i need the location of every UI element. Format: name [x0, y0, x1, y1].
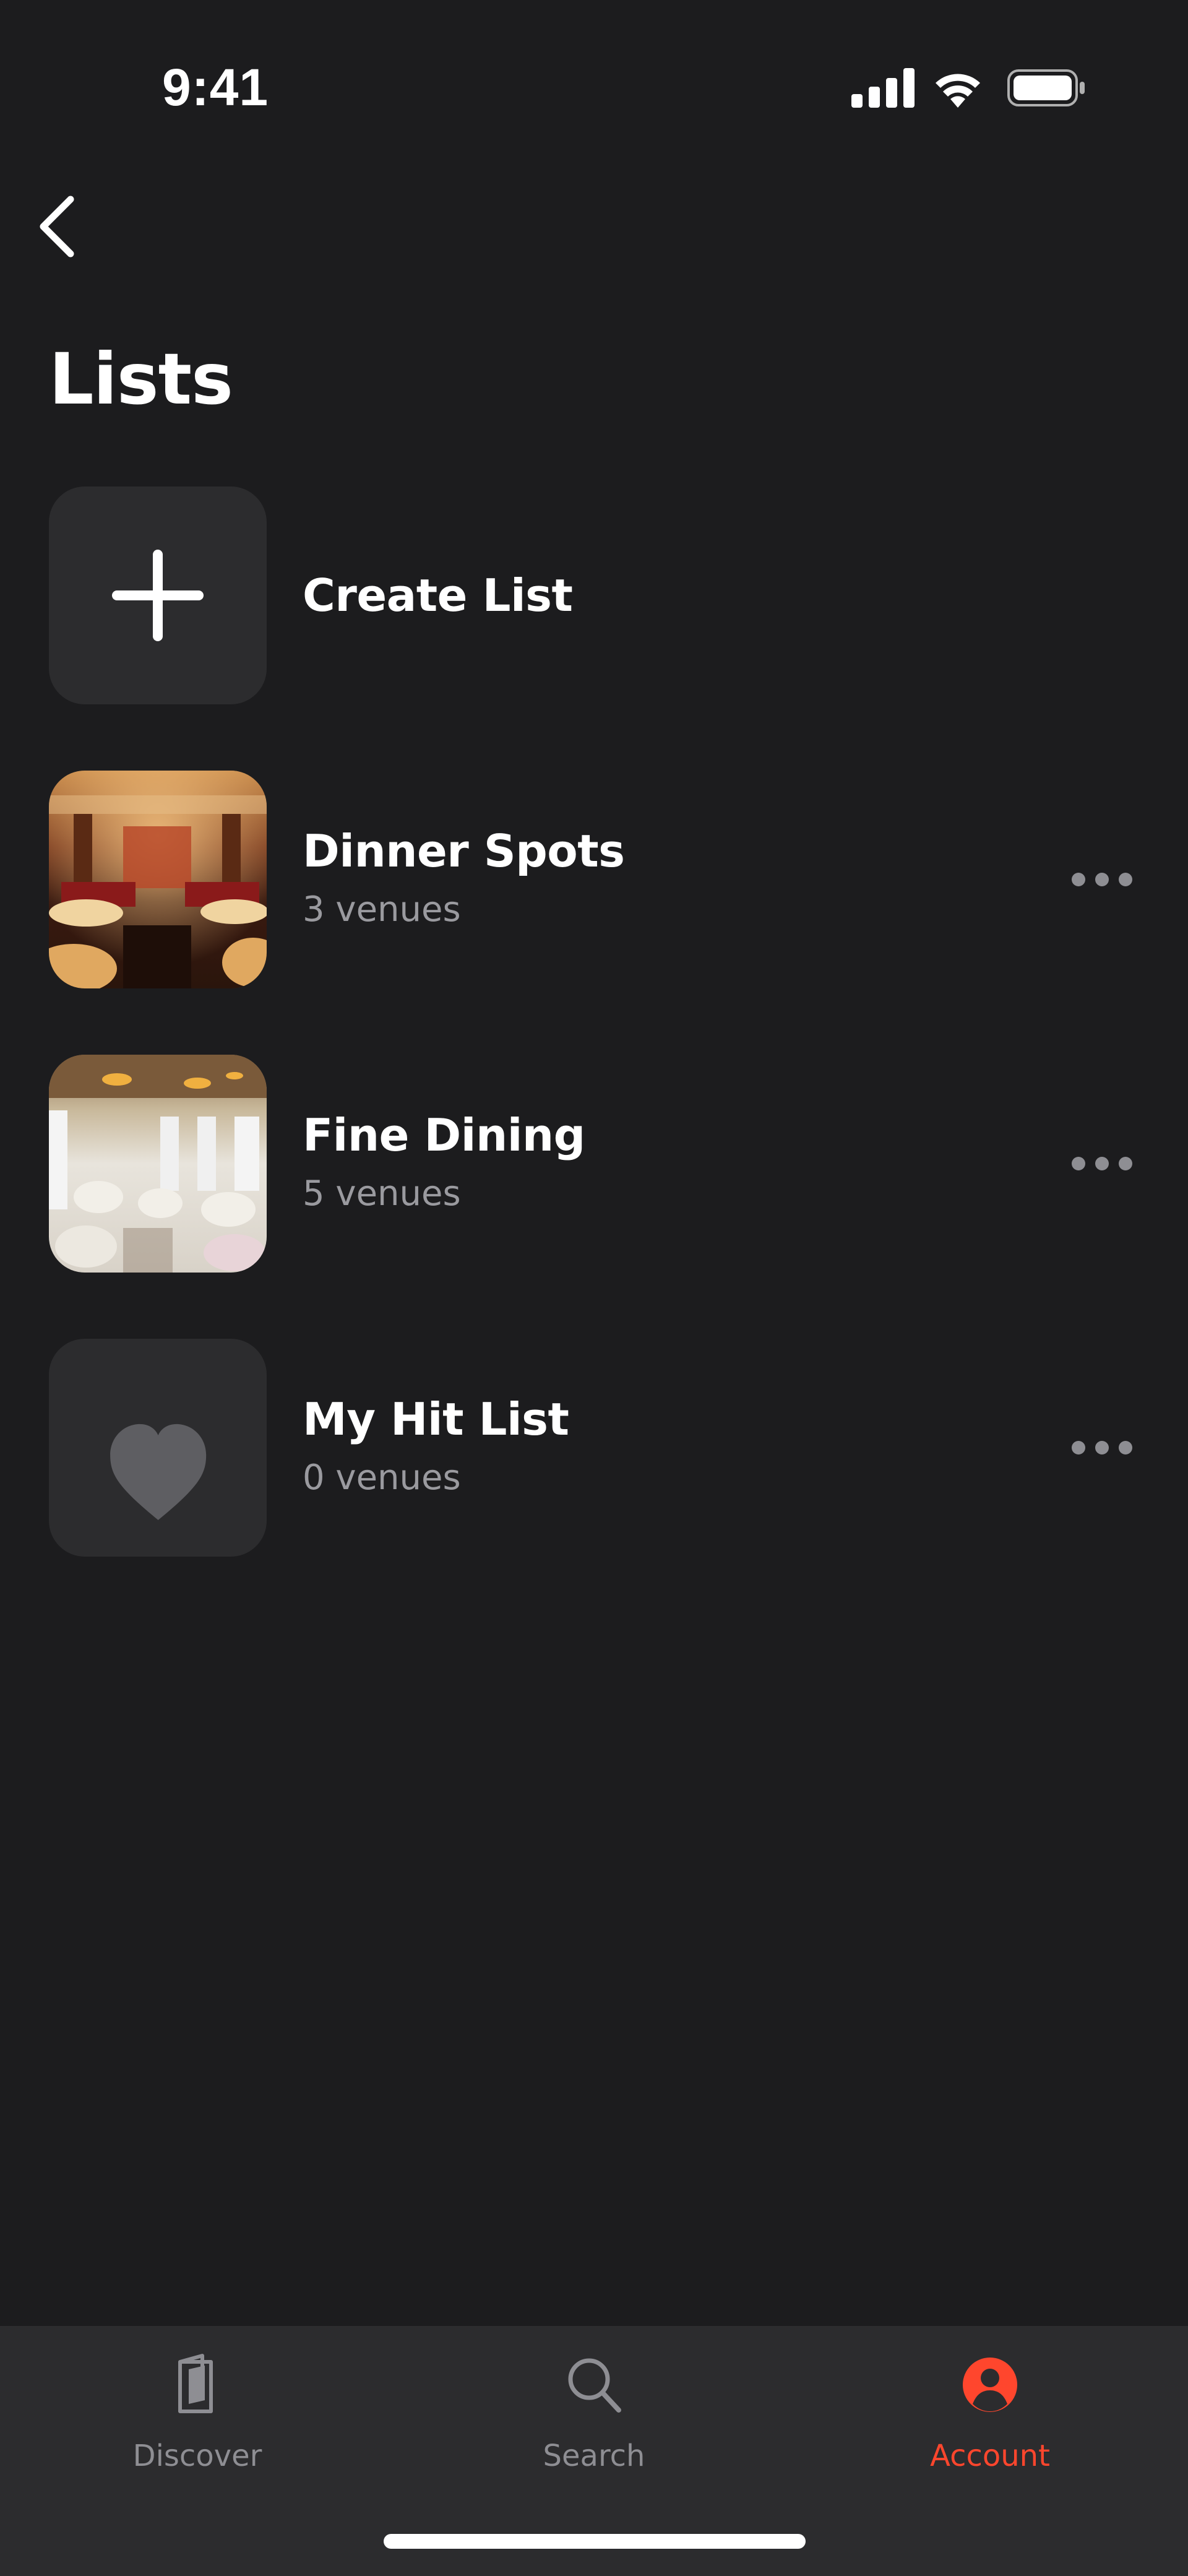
tab-discover[interactable]: Discover — [74, 2351, 321, 2493]
back-button[interactable] — [30, 191, 85, 259]
more-dots-icon — [1072, 1157, 1132, 1170]
list-item-dinner-spots[interactable]: Dinner Spots 3 venues — [49, 771, 1139, 988]
tab-search-label: Search — [543, 2439, 645, 2473]
more-dots-icon — [1072, 873, 1132, 886]
list-thumbnail — [49, 771, 267, 988]
cellular-signal-icon — [851, 68, 915, 108]
create-list-label: Create List — [303, 569, 573, 621]
tab-account[interactable]: Account — [866, 2351, 1114, 2493]
create-list-button[interactable]: Create List — [49, 486, 1139, 704]
heart-icon — [110, 1424, 207, 1520]
more-options-button[interactable] — [1065, 1142, 1139, 1185]
list-venue-count: 3 venues — [303, 889, 461, 930]
more-options-button[interactable] — [1065, 1426, 1139, 1469]
list-title: My Hit List — [303, 1393, 569, 1445]
list-item-fine-dining[interactable]: Fine Dining 5 venues — [49, 1055, 1139, 1273]
page-title: Lists — [49, 338, 233, 420]
home-indicator — [384, 2534, 806, 2549]
list-thumbnail — [49, 1339, 267, 1557]
list-title: Fine Dining — [303, 1109, 585, 1161]
create-list-thumb — [49, 486, 267, 704]
restaurant-photo-warm — [49, 771, 267, 988]
account-icon — [963, 2358, 1017, 2412]
list-item-my-hit-list[interactable]: My Hit List 0 venues — [49, 1339, 1139, 1557]
more-options-button[interactable] — [1065, 858, 1139, 901]
status-time: 9:41 — [162, 58, 269, 116]
plus-icon — [112, 550, 204, 641]
wifi-icon — [936, 74, 980, 108]
list-venue-count: 0 venues — [303, 1458, 461, 1498]
search-icon — [568, 2358, 621, 2413]
list-thumbnail — [49, 1055, 267, 1273]
status-icons — [851, 68, 1085, 108]
more-dots-icon — [1072, 1441, 1132, 1454]
restaurant-photo-bright — [49, 1055, 267, 1273]
tab-search[interactable]: Search — [470, 2351, 718, 2493]
chevron-left-icon — [40, 196, 74, 257]
tab-account-label: Account — [930, 2439, 1050, 2473]
battery-icon — [1007, 69, 1085, 106]
book-icon — [178, 2354, 213, 2413]
tab-discover-label: Discover — [132, 2439, 262, 2473]
list-title: Dinner Spots — [303, 825, 625, 877]
list-venue-count: 5 venues — [303, 1173, 461, 1214]
tab-bar: Discover Search Account — [0, 2326, 1188, 2576]
status-bar: 9:41 — [0, 0, 1188, 124]
